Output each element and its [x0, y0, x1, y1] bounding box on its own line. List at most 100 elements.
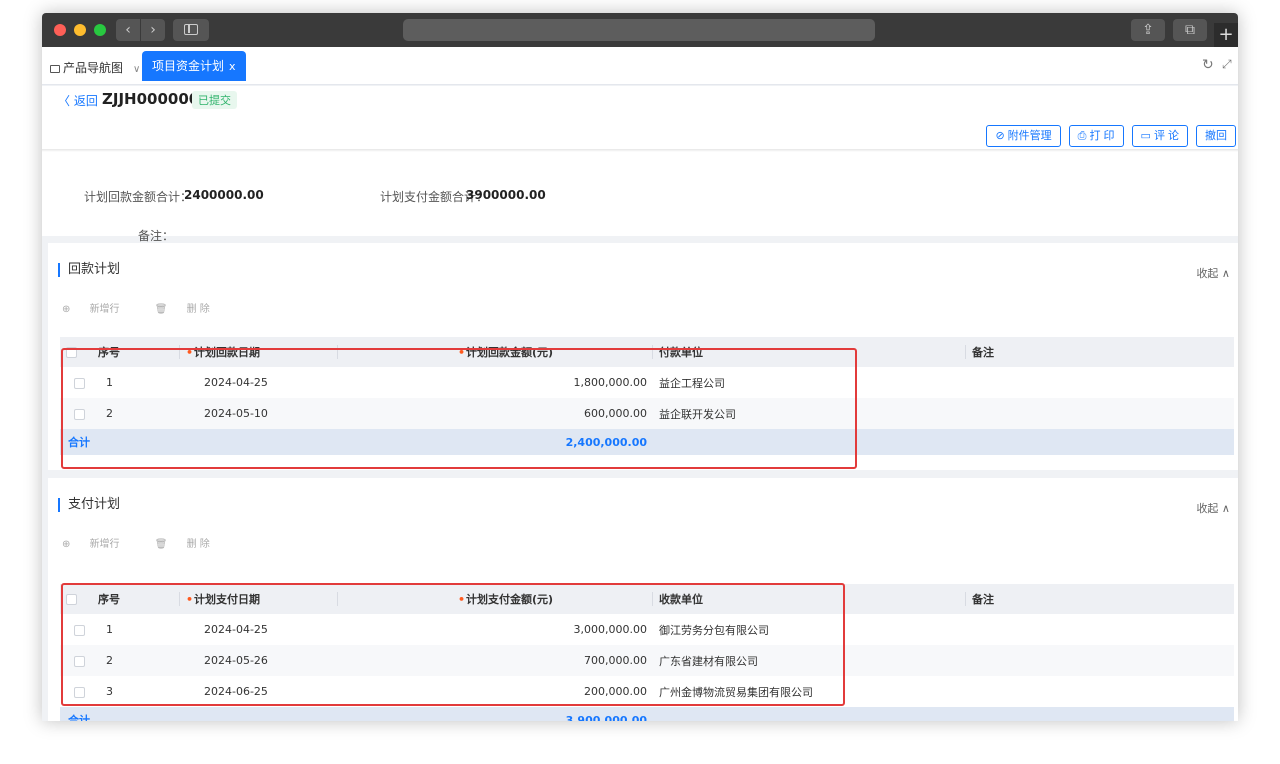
row-date: 2024-05-10 — [180, 398, 338, 429]
column-header: 备注 — [966, 584, 1234, 614]
add-row-button[interactable]: ⊕ 新增行 — [62, 304, 136, 315]
plus-circle-icon: ⊕ — [62, 304, 74, 315]
table-row[interactable]: 1 2024-04-25 3,000,000.00 御江劳务分包有限公司 — [60, 614, 1234, 645]
table-row[interactable]: 2 2024-05-10 600,000.00 益企联开发公司 — [60, 398, 1234, 429]
sticky-bar-shadow — [42, 149, 1238, 152]
close-window-button[interactable] — [54, 24, 66, 36]
collection-plan-table: 序号 •计划回款日期 •计划回款金额(元) 付款单位 备注 1 2024-04-… — [60, 337, 1234, 455]
column-header-label: 计划支付金额(元) — [466, 593, 554, 606]
attachment-button-label: 附件管理 — [1007, 130, 1052, 142]
maximize-window-button[interactable] — [94, 24, 106, 36]
row-remark — [966, 676, 1234, 707]
fullscreen-icon[interactable]: ⤢ — [1222, 57, 1232, 72]
status-badge: 已提交 — [192, 91, 237, 109]
column-header-label: 计划支付日期 — [194, 593, 261, 606]
print-button-label: 打 印 — [1089, 130, 1115, 142]
row-number: 2 — [92, 398, 180, 429]
table-header-row: 序号 •计划支付日期 •计划支付金额(元) 收款单位 备注 — [60, 584, 1234, 614]
column-header: 序号 — [92, 337, 180, 367]
tabs-icon: ⧉ — [1185, 22, 1195, 38]
tab-fund-plan-label: 项目资金计划 — [152, 59, 225, 73]
row-date: 2024-05-26 — [180, 645, 338, 676]
row-amount: 200,000.00 — [584, 685, 647, 698]
comment-button-label: 评 论 — [1153, 130, 1179, 142]
payment-plan-card: 支付计划 收起 ∧ ⊕ 新增行 🗑 删 除 序号 •计划支付日期 •计划支付金额… — [48, 478, 1238, 721]
delete-row-button[interactable]: 🗑 删 除 — [155, 539, 226, 550]
row-remark — [966, 614, 1234, 645]
withdraw-button-label: 撤回 — [1205, 130, 1227, 142]
add-row-label: 新增行 — [89, 304, 120, 315]
row-amount: 1,800,000.00 — [573, 376, 647, 389]
comment-icon: ▭ — [1140, 130, 1151, 142]
withdraw-button[interactable]: 撤回 — [1196, 125, 1236, 147]
chevron-down-icon: ∨ — [133, 64, 141, 75]
column-header: 序号 — [92, 584, 180, 614]
action-toolbar: ⊘ 附件管理 ⎙ 打 印 ▭ 评 论 撤回 — [986, 125, 1236, 147]
address-bar[interactable] — [403, 19, 875, 41]
forward-button[interactable]: › — [141, 19, 165, 41]
tab-overview-button[interactable]: ⧉ — [1173, 19, 1207, 41]
table-row[interactable]: 3 2024-06-25 200,000.00 广州金博物流贸易集团有限公司 — [60, 676, 1234, 707]
paperclip-icon: ⊘ — [995, 130, 1005, 142]
remark-label: 备注： — [138, 229, 175, 243]
column-header: •计划回款金额(元) — [338, 337, 653, 367]
tab-product-nav[interactable]: 产品导航图 ∨ — [50, 59, 140, 76]
back-link[interactable]: 〈 返回 — [58, 92, 98, 109]
column-header: •计划支付金额(元) — [338, 584, 653, 614]
sidebar-toggle-button[interactable] — [173, 19, 209, 41]
row-party: 益企联开发公司 — [653, 398, 966, 429]
back-button[interactable]: ‹ — [116, 19, 140, 41]
collapse-toggle[interactable]: 收起 ∧ — [1196, 500, 1230, 516]
table-row[interactable]: 1 2024-04-25 1,800,000.00 益企工程公司 — [60, 367, 1234, 398]
row-date: 2024-06-25 — [204, 685, 268, 698]
column-header: 收款单位 — [653, 584, 966, 614]
select-all-checkbox[interactable] — [60, 337, 92, 367]
delete-row-label: 删 除 — [186, 539, 210, 550]
total-row: 合计 2,400,000.00 — [60, 429, 1234, 455]
print-button[interactable]: ⎙ 打 印 — [1068, 125, 1124, 147]
total-value: 3,900,000.00 — [338, 707, 653, 721]
new-tab-button[interactable]: + — [1214, 23, 1238, 47]
payment-plan-title: 支付计划 — [58, 498, 120, 512]
row-checkbox[interactable] — [60, 398, 92, 429]
minimize-window-button[interactable] — [74, 24, 86, 36]
row-amount: 3,000,000.00 — [573, 623, 647, 636]
row-party: 广州金博物流贸易集团有限公司 — [659, 685, 813, 699]
trash-icon: 🗑 — [154, 304, 171, 315]
collection-plan-card: 回款计划 收起 ∧ ⊕ 新增行 🗑 删 除 序号 •计划回款日期 •计划回款金额… — [48, 243, 1238, 470]
row-date: 2024-04-25 — [204, 376, 268, 389]
attachment-button[interactable]: ⊘ 附件管理 — [986, 125, 1061, 147]
select-all-checkbox[interactable] — [60, 584, 92, 614]
comment-button[interactable]: ▭ 评 论 — [1131, 125, 1188, 147]
table-row[interactable]: 2 2024-05-26 700,000.00 广东省建材有限公司 — [60, 645, 1234, 676]
row-amount: 600,000.00 — [338, 398, 653, 429]
row-checkbox[interactable] — [60, 676, 92, 707]
printer-icon: ⎙ — [1077, 130, 1087, 142]
row-party: 广东省建材有限公司 — [653, 645, 966, 676]
add-row-label: 新增行 — [89, 539, 120, 550]
row-checkbox[interactable] — [60, 614, 92, 645]
chevron-left-icon: ‹ — [125, 22, 131, 38]
monitor-icon — [50, 65, 60, 73]
trash-icon: 🗑 — [154, 539, 171, 550]
share-button[interactable]: ⇪ — [1131, 19, 1165, 41]
delete-row-button[interactable]: 🗑 删 除 — [155, 304, 226, 315]
row-actions: ⊕ 新增行 🗑 删 除 — [62, 535, 242, 550]
add-row-button[interactable]: ⊕ 新增行 — [62, 539, 136, 550]
refresh-icon[interactable]: ↻ — [1202, 57, 1214, 73]
row-party: 御江劳务分包有限公司 — [659, 623, 769, 637]
tab-product-nav-label: 产品导航图 — [63, 61, 124, 75]
payment-plan-table: 序号 •计划支付日期 •计划支付金额(元) 收款单位 备注 1 2024-04-… — [60, 584, 1234, 721]
tab-fund-plan[interactable]: 项目资金计划 x — [142, 51, 246, 81]
row-number: 3 — [106, 685, 113, 698]
column-header-label: 计划回款金额(元) — [466, 346, 554, 359]
row-number: 1 — [106, 623, 113, 636]
close-tab-icon[interactable]: x — [229, 60, 236, 73]
share-icon: ⇪ — [1142, 22, 1154, 38]
row-remark — [966, 645, 1234, 676]
app-tab-strip: 产品导航图 ∨ 项目资金计划 x ↻ ⤢ — [42, 47, 1238, 85]
row-checkbox[interactable] — [60, 645, 92, 676]
chevron-right-icon: › — [150, 22, 156, 38]
row-checkbox[interactable] — [60, 367, 92, 398]
collapse-toggle[interactable]: 收起 ∧ — [1196, 265, 1230, 281]
